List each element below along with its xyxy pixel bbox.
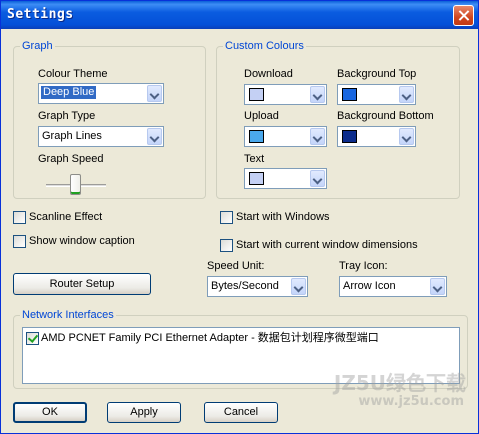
network-interfaces-legend: Network Interfaces: [20, 309, 116, 322]
tray-icon-select[interactable]: Arrow Icon: [339, 276, 447, 297]
graph-speed-label: Graph Speed: [38, 153, 104, 165]
chevron-down-icon[interactable]: [147, 128, 162, 145]
start-with-windows-label[interactable]: Start with Windows: [236, 211, 330, 224]
custom-colours-group: Custom Colours Download Background Top U…: [216, 40, 460, 199]
download-colour-select[interactable]: [244, 84, 327, 105]
chevron-down-icon[interactable]: [399, 86, 414, 103]
upload-label: Upload: [244, 110, 279, 122]
scanline-effect-checkbox[interactable]: [13, 211, 26, 224]
window-title: Settings: [7, 7, 74, 22]
upload-colour-select[interactable]: [244, 126, 327, 147]
background-top-colour-swatch: [342, 88, 357, 101]
show-window-caption-label[interactable]: Show window caption: [29, 235, 135, 248]
chevron-down-icon[interactable]: [399, 128, 414, 145]
text-colour-swatch: [249, 172, 264, 185]
show-window-caption-checkbox[interactable]: [13, 235, 26, 248]
network-interface-label: AMD PCNET Family PCI Ethernet Adapter - …: [41, 332, 379, 344]
title-bar[interactable]: Settings: [1, 1, 478, 29]
ok-button[interactable]: OK: [13, 402, 87, 423]
background-bottom-colour-swatch: [342, 130, 357, 143]
graph-type-select[interactable]: Graph Lines: [38, 126, 164, 147]
chevron-down-icon[interactable]: [310, 128, 325, 145]
chevron-down-icon[interactable]: [310, 170, 325, 187]
network-interface-checkbox[interactable]: [26, 332, 39, 345]
background-bottom-label: Background Bottom: [337, 110, 434, 122]
background-top-label: Background Top: [337, 68, 417, 80]
download-colour-swatch: [249, 88, 264, 101]
colour-theme-label: Colour Theme: [38, 68, 108, 80]
custom-colours-legend: Custom Colours: [223, 40, 306, 53]
start-with-windows-checkbox[interactable]: [220, 211, 233, 224]
colour-theme-select[interactable]: Deep Blue: [38, 83, 164, 104]
upload-colour-swatch: [249, 130, 264, 143]
background-bottom-colour-select[interactable]: [337, 126, 416, 147]
speed-unit-label: Speed Unit:: [207, 260, 265, 272]
chevron-down-icon[interactable]: [147, 85, 162, 102]
list-item[interactable]: AMD PCNET Family PCI Ethernet Adapter - …: [26, 331, 446, 346]
tray-icon-value: Arrow Icon: [343, 280, 396, 292]
router-setup-button[interactable]: Router Setup: [13, 273, 151, 295]
scanline-effect-label[interactable]: Scanline Effect: [29, 211, 102, 224]
watermark-line2: www.jz5u.com: [358, 394, 464, 409]
apply-button[interactable]: Apply: [107, 402, 181, 423]
text-colour-select[interactable]: [244, 168, 327, 189]
start-with-dimensions-checkbox[interactable]: [220, 239, 233, 252]
speed-unit-select[interactable]: Bytes/Second: [207, 276, 308, 297]
graph-type-label: Graph Type: [38, 110, 96, 122]
graph-speed-slider-thumb[interactable]: [70, 174, 81, 195]
graph-group: Graph Colour Theme Deep Blue Graph Type …: [13, 40, 206, 199]
tray-icon-label: Tray Icon:: [339, 260, 388, 272]
graph-group-legend: Graph: [20, 40, 55, 53]
settings-window: Settings Graph Colour Theme Deep Blue Gr…: [0, 0, 479, 434]
speed-unit-value: Bytes/Second: [211, 280, 279, 292]
graph-type-value: Graph Lines: [42, 130, 102, 142]
text-colour-label: Text: [244, 153, 265, 165]
cancel-button[interactable]: Cancel: [204, 402, 278, 423]
download-label: Download: [244, 68, 293, 80]
start-with-dimensions-label[interactable]: Start with current window dimensions: [236, 239, 418, 252]
chevron-down-icon[interactable]: [310, 86, 325, 103]
background-top-colour-select[interactable]: [337, 84, 416, 105]
watermark-line1: JZ5U绿色下载: [333, 371, 466, 395]
close-button[interactable]: [453, 5, 474, 26]
chevron-down-icon[interactable]: [291, 278, 306, 295]
colour-theme-value: Deep Blue: [41, 86, 97, 99]
chevron-down-icon[interactable]: [430, 278, 445, 295]
